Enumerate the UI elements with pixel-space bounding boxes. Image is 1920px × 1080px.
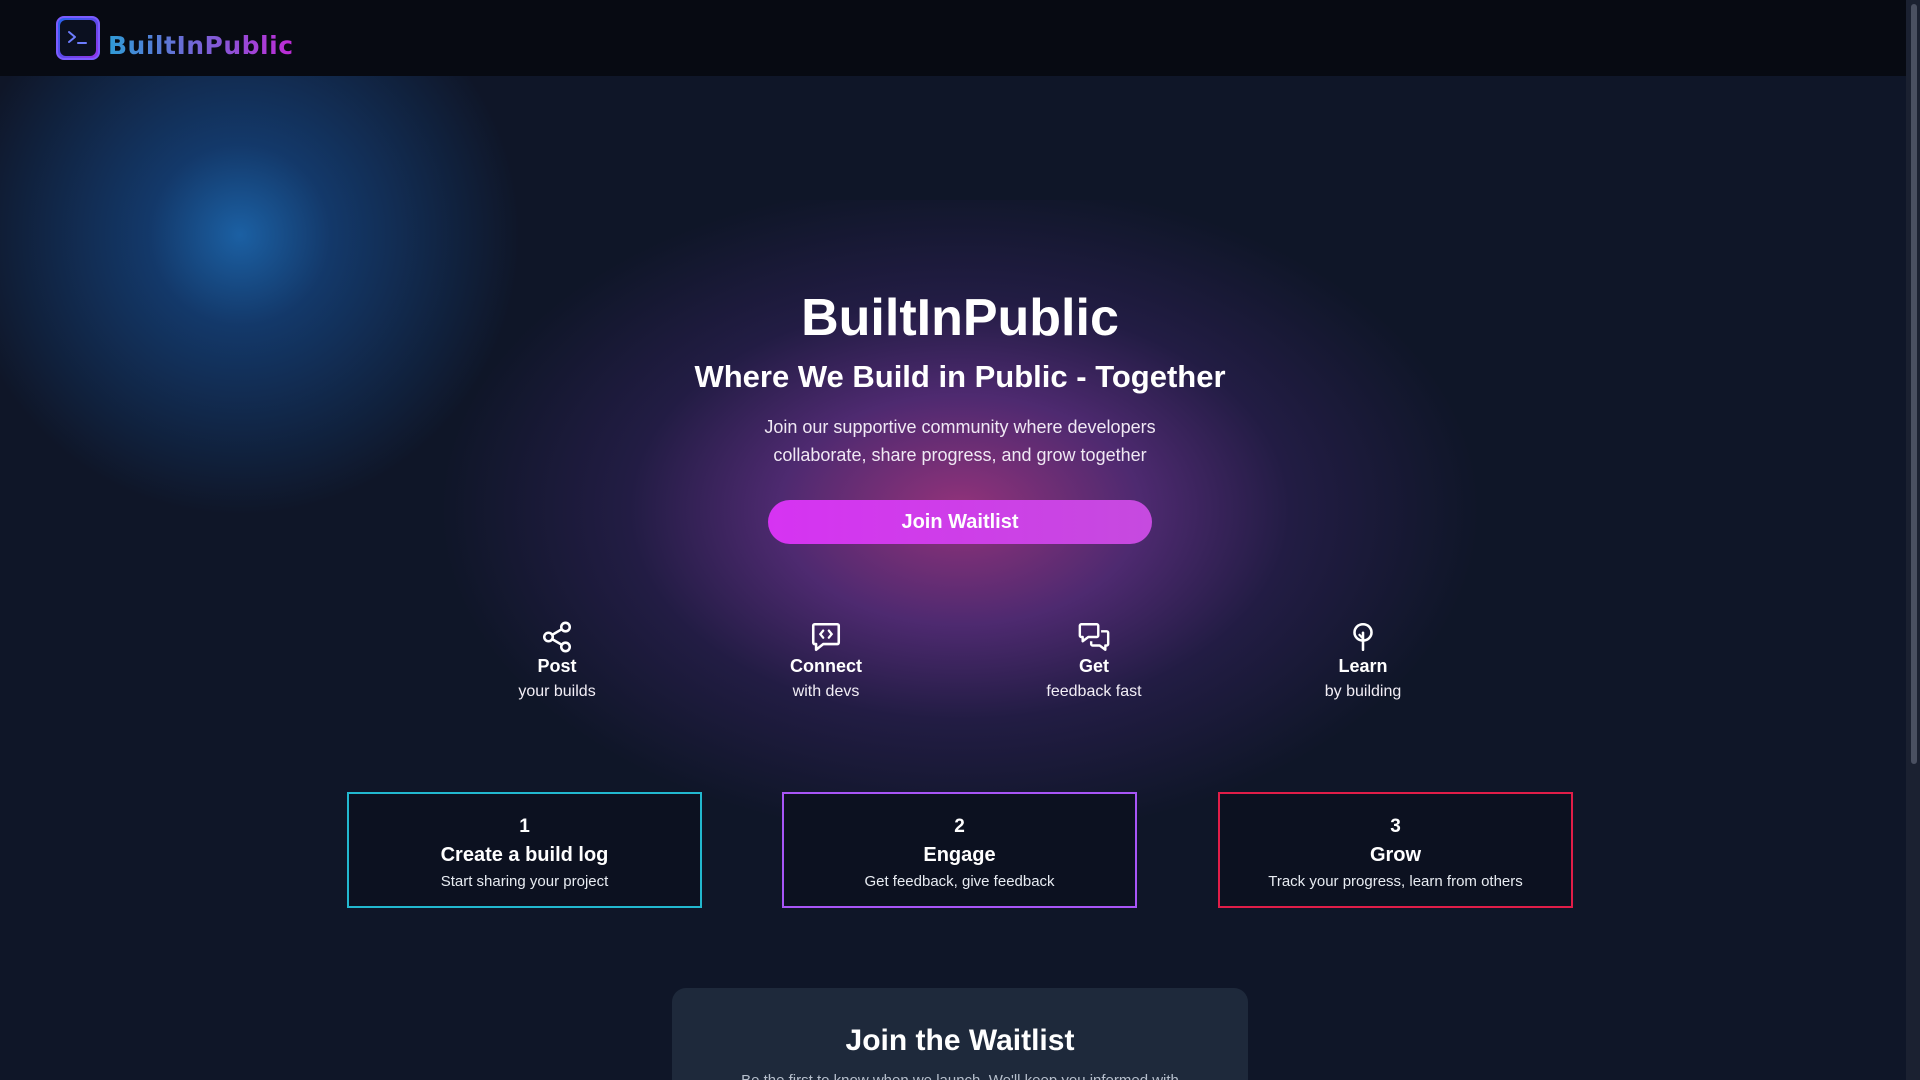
feature-subtitle: by building xyxy=(1324,683,1402,700)
hero-description-line-1: Join our supportive community where deve… xyxy=(764,417,1156,437)
step-card-create-build-log: 1 Create a build log Start sharing your … xyxy=(347,792,702,908)
feature-title: Get xyxy=(1078,656,1109,676)
waitlist-title: Join the Waitlist xyxy=(845,1024,1075,1057)
code-message-icon xyxy=(811,622,841,652)
tree-icon xyxy=(1353,622,1373,652)
waitlist-panel: Join the Waitlist Be the first to know w… xyxy=(672,988,1248,1080)
step-title: Engage xyxy=(923,844,996,866)
logo-text: BuiltInPublic xyxy=(108,30,294,60)
step-number: 2 xyxy=(954,816,965,837)
top-navbar: BuiltInPublic xyxy=(0,0,1920,76)
step-description: Start sharing your project xyxy=(440,873,609,890)
waitlist-description: Be the first to know when we launch. We'… xyxy=(672,1072,1248,1080)
feature-title: Post xyxy=(537,656,577,676)
terminal-icon xyxy=(56,16,100,60)
feature-subtitle: your builds xyxy=(518,683,596,700)
step-number: 3 xyxy=(1390,816,1401,837)
feature-title: Learn xyxy=(1338,656,1388,676)
step-card-grow: 3 Grow Track your progress, learn from o… xyxy=(1218,792,1573,908)
feature-connect: Connect with devs xyxy=(726,620,926,701)
step-description: Track your progress, learn from others xyxy=(1268,873,1523,890)
step-title: Create a build log xyxy=(440,844,609,866)
chat-bubbles-icon xyxy=(1078,623,1110,651)
feature-get: Get feedback fast xyxy=(994,620,1194,701)
hero-title: BuiltInPublic xyxy=(801,289,1119,347)
step-number: 1 xyxy=(519,816,530,837)
share-icon xyxy=(542,621,572,653)
feature-post: Post your builds xyxy=(457,620,657,701)
step-description: Get feedback, give feedback xyxy=(864,873,1055,890)
hero-description: Join our supportive community where deve… xyxy=(0,413,1920,469)
hero-description-line-2: collaborate, share progress, and grow to… xyxy=(773,445,1147,465)
features-row: Post your builds Connect with devs Get f… xyxy=(0,620,1920,720)
step-card-engage: 2 Engage Get feedback, give feedback xyxy=(782,792,1137,908)
hero-subtitle: Where We Build in Public - Together xyxy=(694,359,1226,394)
feature-learn: Learn by building xyxy=(1263,620,1463,701)
feature-subtitle: feedback fast xyxy=(1046,683,1142,700)
step-title: Grow xyxy=(1369,844,1422,866)
scrollbar-thumb[interactable] xyxy=(1911,4,1917,764)
join-waitlist-button[interactable]: Join Waitlist xyxy=(768,500,1152,544)
feature-title: Connect xyxy=(790,656,862,676)
page-scrollbar[interactable] xyxy=(1906,0,1920,1080)
home-logo-link[interactable]: BuiltInPublic xyxy=(56,16,294,60)
feature-subtitle: with devs xyxy=(792,683,860,700)
